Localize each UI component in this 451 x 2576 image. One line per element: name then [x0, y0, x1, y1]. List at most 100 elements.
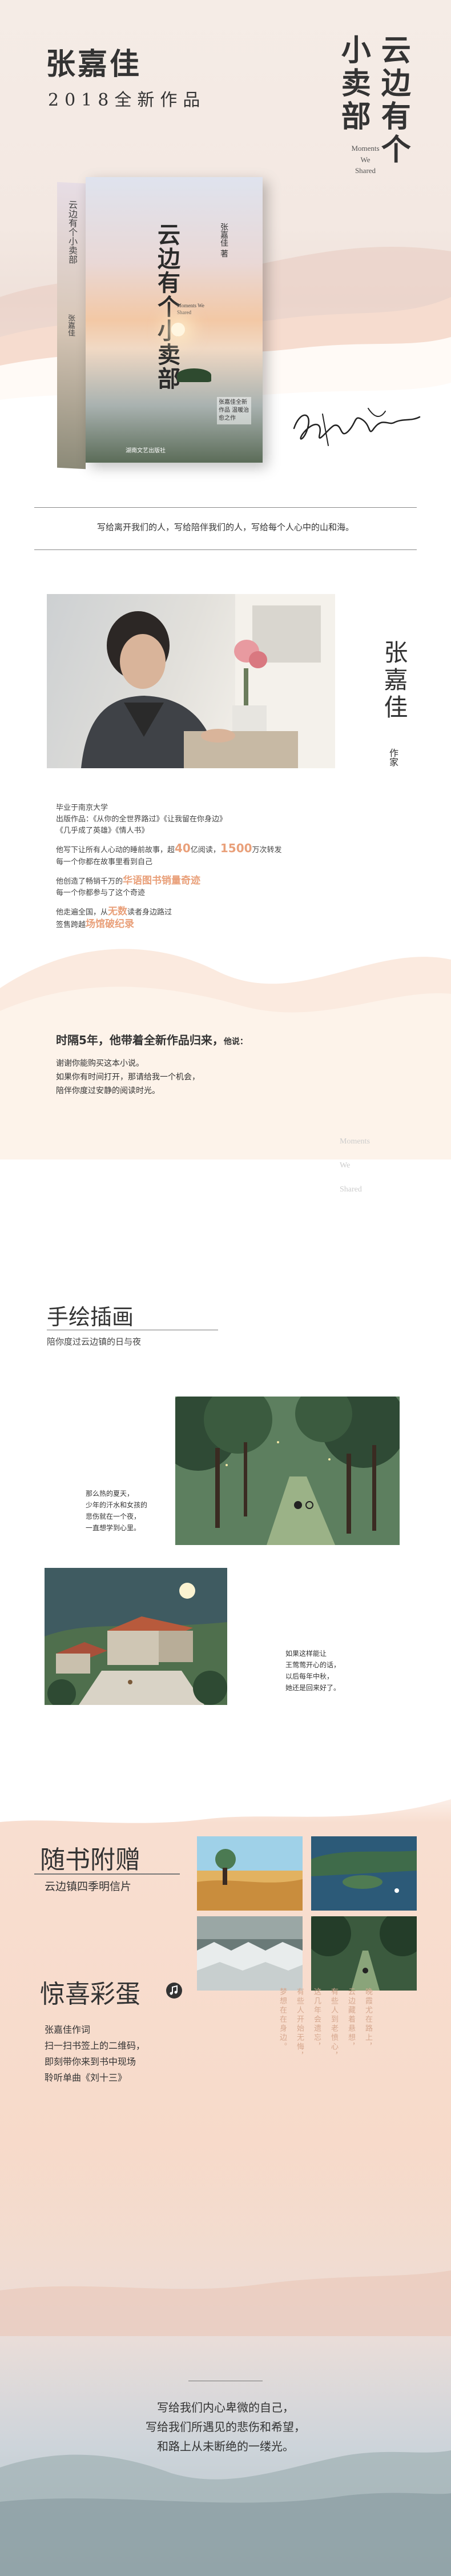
gift-subtitle: 云边镇四季明信片	[45, 1880, 132, 1893]
forest-art	[175, 1397, 400, 1545]
bio-line2: 每一个你都在故事里看到自己	[56, 858, 153, 866]
en-word: Moments	[351, 144, 380, 153]
postcard-art	[311, 1916, 417, 1991]
bio-school: 毕业于南京大学	[56, 804, 108, 812]
forest-road-illustration	[175, 1397, 400, 1545]
egg-line: 扫一扫书签上的二维码，	[45, 2040, 146, 2051]
cover-en-title: Moments We Shared	[343, 143, 388, 176]
poem-line: 有些人开始无悔，	[295, 1988, 304, 2061]
peach-wave	[0, 949, 451, 1159]
white-wave	[0, 1776, 451, 1823]
signature-icon	[293, 408, 421, 446]
text: 时隔5年，他带着全新作品归来，	[56, 1033, 224, 1047]
caption-2: 如果这样能让 王莺莺开心的话， 以后每年中秋， 她还是回来好了。	[285, 1648, 340, 1694]
gift-title: 随书附赠	[40, 1845, 140, 1875]
egg-line: 即刻带你来到书中现场	[45, 2056, 136, 2067]
author-photo-art	[81, 594, 335, 768]
spine-author: 张嘉佳	[66, 314, 75, 337]
en-word: Shared	[340, 1185, 362, 1194]
closing-line-1: 写给我们内心卑微的自己，	[157, 2401, 294, 2414]
cover-subtitle: 2018全新作品	[48, 90, 206, 110]
postcard-art	[197, 1916, 303, 1991]
illustration-title: 手绘插画	[47, 1305, 134, 1330]
author-role: 作家	[388, 748, 398, 767]
caption-line: 以后每年中秋，	[285, 1672, 334, 1680]
caption-line: 如果这样能让	[285, 1650, 327, 1658]
divider	[34, 507, 417, 508]
cover-author: 张嘉佳	[46, 47, 142, 82]
highlight-number: 1500	[220, 841, 252, 855]
caption-line: 少年的汗水和女孩的	[86, 1501, 148, 1509]
bio-line1: 他写下让所有人心动的睡前故事，超40亿阅读，1500万次转发	[56, 842, 282, 856]
book-front-title: 云边有个小卖部	[154, 223, 180, 391]
faint-en-title: Moments We Shared	[340, 1130, 370, 1202]
postcard-forest	[311, 1916, 417, 1991]
book-front-en: Moments We Shared	[177, 303, 204, 315]
sun-icon	[171, 323, 185, 336]
book-spine: 云边有个小卖部 张嘉佳	[57, 182, 86, 470]
text: 他说：	[223, 1037, 248, 1046]
en-word: We	[360, 155, 371, 164]
book-tag: 张嘉佳全新作品 温暖治愈之作	[217, 397, 251, 424]
illustration-section: 手绘插画 陪你度过云边镇的日与夜 那么热的夏天， 少年的汗水和女孩的 悲伤就在一…	[0, 1262, 451, 1776]
island-icon	[177, 368, 211, 382]
text-line: 陪伴你度过安静的阅读时光。	[56, 1086, 160, 1096]
egg-line: 聆听单曲《刘十三》	[45, 2072, 127, 2083]
book-publisher: 湖南文艺出版社	[126, 448, 166, 454]
poem-line: 云边藏着悬想，	[347, 1988, 355, 2052]
caption-line: 王莺莺开心的话，	[285, 1661, 341, 1669]
footer-section: 写给我们内心卑微的自己， 写给我们所遇见的悲伤和希望， 和路上从未断绝的一缕光。	[0, 2148, 451, 2576]
quote-section: 写给离开我们的人，写给陪伴我们的人，写给每个人心中的山和海。	[0, 503, 451, 554]
en-word: Moments	[340, 1137, 370, 1146]
lyrics-poem: 晚霞尤在路上， 云边藏着悬想， 有些人到老愤心， 这几年会遗忘， 有些人开始无悔…	[231, 1988, 391, 2096]
quote-text: 写给离开我们的人，写给陪伴我们的人，写给每个人心中的山和海。	[96, 522, 354, 532]
egg-title: 惊喜彩蛋	[40, 1980, 140, 2009]
author-photo	[47, 594, 335, 768]
cover-section: 张嘉佳 2018全新作品 云边有个 小卖部 Moments We Shared …	[0, 0, 451, 503]
caption-line: 悲伤就在一个夜，	[86, 1512, 141, 1520]
caption-line: 一直想学到心里。	[86, 1524, 141, 1532]
music-note-icon	[166, 1983, 182, 1999]
sunset-landscape	[0, 2270, 451, 2576]
cover-title-col2: 小卖部	[336, 34, 371, 134]
postcard-town	[197, 1916, 303, 1991]
text-line: 如果你有时间打开，那请给我一个机会，	[56, 1073, 200, 1082]
book-front-author: 张嘉佳 著	[219, 223, 228, 258]
author-name: 张嘉佳	[380, 640, 408, 722]
spine-title: 云边有个小卖部	[67, 199, 78, 264]
comeback-text: 谢谢你能购买这本小说。 如果你有时间打开，那请给我一个机会， 陪伴你度过安静的阅…	[56, 1057, 200, 1098]
postcard-art	[197, 1836, 303, 1911]
en-word: Shared	[355, 166, 376, 175]
postcard-art	[311, 1836, 417, 1911]
bio-works2: 《几乎成了英雄》《情人书》	[56, 826, 149, 835]
poem-line: 晚霞尤在路上，	[364, 1988, 372, 2052]
highlight-number: 40	[175, 841, 191, 855]
house-moon-illustration	[45, 1568, 227, 1705]
postcard-lake	[311, 1836, 417, 1911]
postcard-summer	[197, 1836, 303, 1911]
author-section: 张嘉佳 作家 毕业于南京大学 出版作品：《从你的全世界路过》《让我留在你身边》 …	[0, 554, 451, 1319]
closing-line-2: 写给我们所遇见的悲伤和希望，	[146, 2420, 305, 2434]
en-word: We	[340, 1161, 351, 1170]
bio-works: 出版作品：《从你的全世界路过》《让我留在你身边》	[56, 815, 227, 824]
house-art	[45, 1568, 227, 1705]
caption-line: 那么热的夏天，	[86, 1490, 134, 1498]
egg-line: 张嘉佳作词	[45, 2024, 91, 2035]
poem-line: 这几年会遗忘，	[312, 1988, 321, 2052]
egg-text: 张嘉佳作词 扫一扫书签上的二维码， 即刻带你来到书中现场 聆听单曲《刘十三》	[45, 2022, 145, 2086]
text: 亿阅读，	[190, 846, 220, 854]
text-line: 谢谢你能购买这本小说。	[56, 1059, 144, 1068]
illustration-subtitle: 陪你度过云边镇的日与夜	[47, 1337, 142, 1347]
poem-line: 有些人到老愤心，	[329, 1988, 338, 2061]
comeback-title: 时隔5年，他带着全新作品归来，他说：	[56, 1031, 248, 1048]
caption-1: 那么热的夏天， 少年的汗水和女孩的 悲伤就在一个夜， 一直想学到心里。	[86, 1488, 147, 1534]
poem-line: 梦想在在身边。	[278, 1988, 287, 2052]
text: 他写下让所有人心动的睡前故事，超	[56, 846, 175, 854]
text: 万次转发	[252, 846, 282, 854]
closing-line-3: 和路上从未断绝的一缕光。	[157, 2439, 294, 2453]
divider	[34, 549, 417, 550]
book-front: 云边有个小卖部 张嘉佳 著 Moments We Shared 张嘉佳全新作品 …	[86, 177, 263, 463]
book-image: 云边有个小卖部 张嘉佳 云边有个小卖部 张嘉佳 著 Moments We Sha…	[57, 177, 263, 470]
caption-line: 她还是回来好了。	[285, 1684, 341, 1692]
divider	[34, 1873, 180, 1875]
